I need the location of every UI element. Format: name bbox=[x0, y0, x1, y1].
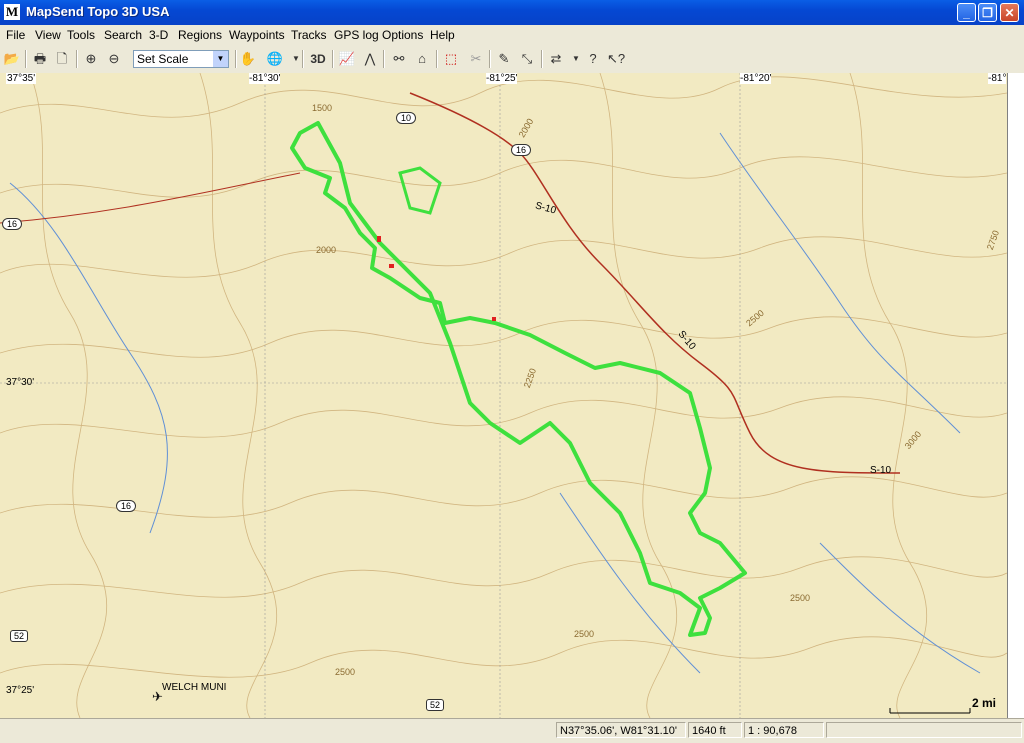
lat-label-3: 37°25' bbox=[6, 685, 35, 696]
gps-track[interactable] bbox=[290, 121, 747, 637]
menu-3d[interactable]: 3-D bbox=[149, 28, 168, 42]
lon-label-1: -81°30' bbox=[249, 73, 281, 84]
lon-label-2: -81°25' bbox=[486, 73, 518, 84]
scale-bar-label: 2 mi bbox=[972, 696, 997, 710]
context-help-icon[interactable]: ↖? bbox=[606, 49, 626, 69]
zoom-out-icon[interactable]: ⊖ bbox=[104, 49, 124, 69]
open-folder-icon[interactable]: 📂 bbox=[2, 49, 22, 69]
contour-label-4: 2500 bbox=[574, 629, 595, 639]
zoom-in-icon[interactable]: ⊕ bbox=[81, 49, 101, 69]
close-button[interactable]: ✕ bbox=[1000, 3, 1019, 22]
toolbar: 📂 🖶 🗋 ⊕ ⊖ Set Scale ▼ ✋ 🌐 ▼ 3D 📈 ⋀ ⚯ ⌂ ⬚… bbox=[0, 45, 1024, 74]
menu-bar: File View Tools Search 3-D Regions Waypo… bbox=[0, 25, 1024, 45]
right-side-pane[interactable] bbox=[1007, 73, 1024, 718]
waypoint-pin-icon[interactable]: ✎ bbox=[494, 49, 514, 69]
lon-label-4: -81° bbox=[988, 73, 1007, 84]
minimize-button[interactable]: _ bbox=[957, 3, 976, 22]
contour-lines bbox=[0, 73, 1007, 718]
place-label-welch-muni: WELCH MUNI bbox=[162, 682, 227, 693]
menu-tools[interactable]: Tools bbox=[67, 28, 95, 42]
status-scale: 1 : 90,678 bbox=[744, 722, 824, 738]
gps-transfer-icon[interactable]: ⇄ bbox=[546, 49, 566, 69]
menu-gps-log[interactable]: GPS log bbox=[334, 28, 379, 42]
window-title: MapSend Topo 3D USA bbox=[26, 4, 170, 19]
delete-region-icon[interactable]: ✂ bbox=[466, 49, 486, 69]
contour-label-5: 2500 bbox=[335, 667, 356, 677]
select-region-icon[interactable]: ⬚ bbox=[441, 49, 461, 69]
map-view[interactable]: ✈ 37°35' 37°30' 37°25' -81°30' -81°25' -… bbox=[0, 73, 1007, 718]
menu-help[interactable]: Help bbox=[430, 28, 455, 42]
contour-label-2: 2000 bbox=[316, 245, 337, 255]
scale-select[interactable]: Set Scale ▼ bbox=[133, 50, 229, 68]
help-icon[interactable]: ? bbox=[583, 49, 603, 69]
print-icon[interactable]: 🖶 bbox=[30, 49, 50, 69]
pan-hand-icon[interactable]: ✋ bbox=[238, 49, 258, 69]
title-bar: M MapSend Topo 3D USA _ ❐ ✕ bbox=[0, 0, 1024, 25]
restore-button[interactable]: ❐ bbox=[978, 3, 997, 22]
menu-tracks[interactable]: Tracks bbox=[291, 28, 327, 42]
home-icon[interactable]: ⌂ bbox=[412, 49, 432, 69]
status-empty bbox=[826, 722, 1022, 738]
print-preview-icon[interactable]: 🗋 bbox=[52, 49, 72, 69]
road-shield-16c: 16 bbox=[116, 500, 137, 512]
contour-label-1: 1500 bbox=[312, 103, 333, 113]
road-shield-16b: 16 bbox=[2, 218, 23, 230]
globe-icon[interactable]: 🌐 bbox=[265, 49, 285, 69]
menu-options[interactable]: Options bbox=[382, 28, 423, 42]
contour-label-9: 2500 bbox=[790, 593, 811, 603]
chevron-down-icon[interactable]: ▼ bbox=[213, 51, 228, 67]
status-bar: N37°35.06', W81°31.10' 1640 ft 1 : 90,67… bbox=[0, 718, 1024, 743]
status-coordinates: N37°35.06', W81°31.10' bbox=[556, 722, 686, 738]
scale-bar bbox=[889, 708, 971, 714]
menu-search[interactable]: Search bbox=[104, 28, 142, 42]
menu-waypoints[interactable]: Waypoints bbox=[229, 28, 285, 42]
lat-label-1: 37°35' bbox=[6, 73, 37, 84]
scale-select-value: Set Scale bbox=[137, 52, 189, 66]
3d-view-button[interactable]: 3D bbox=[308, 49, 328, 69]
menu-view[interactable]: View bbox=[35, 28, 61, 42]
menu-file[interactable]: File bbox=[6, 28, 25, 42]
measure-icon[interactable]: ⤡ bbox=[517, 49, 537, 69]
graticule bbox=[0, 73, 1007, 718]
topo-map[interactable]: ✈ bbox=[0, 73, 1007, 718]
status-elevation: 1640 ft bbox=[688, 722, 742, 738]
lat-label-2: 37°30' bbox=[6, 377, 35, 388]
state-road-label-3: S-10 bbox=[870, 465, 892, 476]
find-binoculars-icon[interactable]: ⚯ bbox=[389, 49, 409, 69]
gps-track-loop[interactable] bbox=[398, 166, 442, 215]
lon-label-3: -81°20' bbox=[740, 73, 772, 84]
profile-chart-icon[interactable]: 📈 bbox=[337, 49, 357, 69]
app-icon: M bbox=[4, 4, 20, 20]
road-shield-16a: 16 bbox=[511, 144, 532, 156]
road-shield-10: 10 bbox=[396, 112, 417, 124]
road-shield-52b: 52 bbox=[426, 699, 445, 711]
road-shield-52a: 52 bbox=[10, 630, 29, 642]
menu-regions[interactable]: Regions bbox=[178, 28, 222, 42]
route-icon[interactable]: ⋀ bbox=[360, 49, 380, 69]
